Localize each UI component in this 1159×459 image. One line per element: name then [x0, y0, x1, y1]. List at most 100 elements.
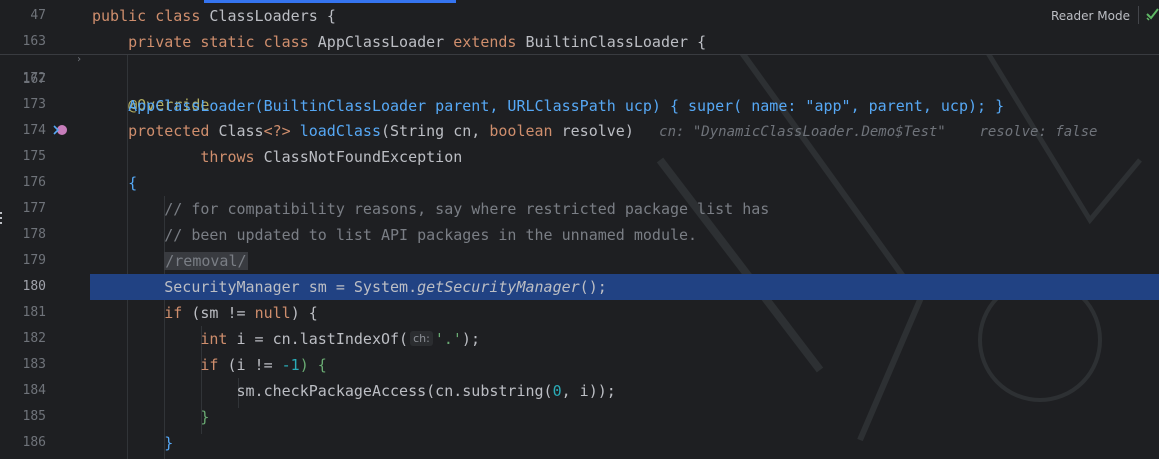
code-line[interactable]: 174 protected Class<?> loadClass(String …	[0, 118, 1159, 144]
code-text: /removal/	[92, 248, 248, 274]
code-line[interactable]: 184 sm.checkPackageAccess(cn.substring(0…	[0, 378, 1159, 404]
code-token: private	[92, 33, 201, 51]
code-line[interactable]: 186 }	[0, 430, 1159, 456]
code-line[interactable]: 179 /removal/	[0, 248, 1159, 274]
code-line[interactable]: 175 throws ClassNotFoundException	[0, 144, 1159, 170]
structure-marker	[0, 210, 3, 224]
code-line[interactable]: 180 SecurityManager sm = System.getSecur…	[0, 274, 1159, 300]
code-token: }	[92, 408, 210, 426]
code-token: i = cn.lastIndexOf(	[236, 330, 409, 348]
code-token: class	[263, 33, 318, 51]
code-token: '.'	[434, 330, 462, 348]
code-line[interactable]: 172	[0, 66, 1159, 92]
code-text: }	[92, 430, 173, 456]
code-text: public class ClassLoaders {	[92, 3, 336, 29]
code-line[interactable]: 176 {	[0, 170, 1159, 196]
line-number: 177	[22, 201, 46, 216]
fold-arrow-icon[interactable]: ›	[76, 54, 86, 65]
code-text: AppClassLoader(BuiltinClassLoader parent…	[92, 97, 1005, 115]
line-number: 163	[22, 34, 46, 49]
code-text: if (sm != null) {	[92, 300, 318, 326]
code-token: ClassLoaders	[209, 7, 327, 25]
code-token: if	[164, 304, 192, 322]
sticky-scroll-header[interactable]: 47 public class ClassLoaders {163 private…	[0, 0, 1159, 55]
code-token: (String cn,	[381, 122, 490, 140]
code-text: throws ClassNotFoundException	[92, 144, 462, 170]
code-token: static	[200, 33, 264, 51]
code-line[interactable]: 181 if (sm != null) {	[0, 300, 1159, 326]
parameter-hint: ch:	[410, 331, 433, 346]
code-token: boolean	[489, 122, 562, 140]
code-token: Class	[218, 122, 264, 140]
code-token: );	[461, 330, 480, 348]
debug-value-hint: cn: "DynamicClassLoader.Demo$Test" resol…	[633, 124, 1098, 140]
line-number: 176	[22, 175, 46, 190]
code-text: SecurityManager sm = System.getSecurityM…	[92, 274, 607, 300]
line-number: 181	[22, 305, 46, 320]
line-number: 186	[22, 435, 46, 450]
code-line[interactable]: 185 }	[0, 404, 1159, 430]
active-tab-indicator	[204, 0, 456, 3]
code-editor[interactable]: 47 public class ClassLoaders {163 private…	[0, 0, 1159, 459]
toolbar-divider	[1138, 6, 1139, 24]
reader-mode-button[interactable]: Reader Mode	[1051, 9, 1130, 23]
code-token: {	[326, 7, 336, 25]
code-token: extends	[453, 33, 526, 51]
code-token: protected	[92, 122, 219, 140]
code-line[interactable]: 182 int i = cn.lastIndexOf(ch: '.');	[0, 326, 1159, 352]
code-text: protected Class<?> loadClass(String cn, …	[92, 118, 1097, 145]
code-token: null	[254, 304, 291, 322]
code-token: ClassNotFoundException	[263, 148, 463, 166]
code-token: if	[200, 356, 228, 374]
code-text: sm.checkPackageAccess(cn.substring(0, i)…	[92, 378, 616, 404]
code-text: // for compatibility reasons, say where …	[92, 196, 769, 222]
code-token: AppClassLoader	[317, 33, 454, 51]
code-token: <?>	[263, 122, 300, 140]
code-token: (i !=	[227, 356, 282, 374]
code-token: // been updated to list API packages in …	[92, 226, 698, 244]
line-number: 180	[22, 279, 46, 294]
code-token: class	[155, 7, 210, 25]
code-token: SecurityManager sm = System.	[92, 278, 418, 296]
code-token: BuiltinClassLoader	[525, 33, 698, 51]
code-token: public	[92, 7, 156, 25]
code-line[interactable]: 183 if (i != -1) {	[0, 352, 1159, 378]
line-number: 178	[22, 227, 46, 242]
code-token: }	[92, 434, 174, 452]
line-number: 182	[22, 331, 46, 346]
code-token: {	[92, 174, 138, 192]
code-token: throws	[92, 148, 264, 166]
line-number: 175	[22, 149, 46, 164]
line-number: 167	[22, 72, 46, 87]
code-token: ) {	[290, 304, 318, 322]
code-line[interactable]: 163 private static class AppClassLoader …	[0, 29, 1159, 55]
code-token: (sm !=	[191, 304, 255, 322]
code-token: /removal/	[164, 252, 248, 270]
line-number: 179	[22, 253, 46, 268]
code-line[interactable]: 47 public class ClassLoaders {	[0, 3, 1159, 29]
code-token: ) {	[299, 356, 327, 374]
code-text: private static class AppClassLoader exte…	[92, 29, 706, 55]
code-token: resolve)	[561, 122, 634, 140]
code-text: // been updated to list API packages in …	[92, 222, 697, 248]
code-line[interactable]: 177 // for compatibility reasons, say wh…	[0, 196, 1159, 222]
code-token: , i));	[561, 382, 616, 400]
code-text: int i = cn.lastIndexOf(ch: '.');	[92, 326, 480, 352]
code-token: sm.checkPackageAccess(cn.substring(	[92, 382, 553, 400]
code-token: getSecurityManager	[417, 278, 580, 296]
code-line[interactable]: 178 // been updated to list API packages…	[0, 222, 1159, 248]
inspection-ok-icon[interactable]	[1146, 6, 1159, 22]
code-text: if (i != -1) {	[92, 352, 327, 378]
code-token: 0	[552, 382, 562, 400]
code-token: // for compatibility reasons, say where …	[92, 200, 770, 218]
code-token: -1	[281, 356, 300, 374]
code-token: {	[697, 33, 707, 51]
line-number: 185	[22, 409, 46, 424]
line-number: 184	[22, 383, 46, 398]
override-method-icon[interactable]	[52, 122, 68, 138]
line-number: 183	[22, 357, 46, 372]
line-number: 47	[30, 8, 46, 23]
